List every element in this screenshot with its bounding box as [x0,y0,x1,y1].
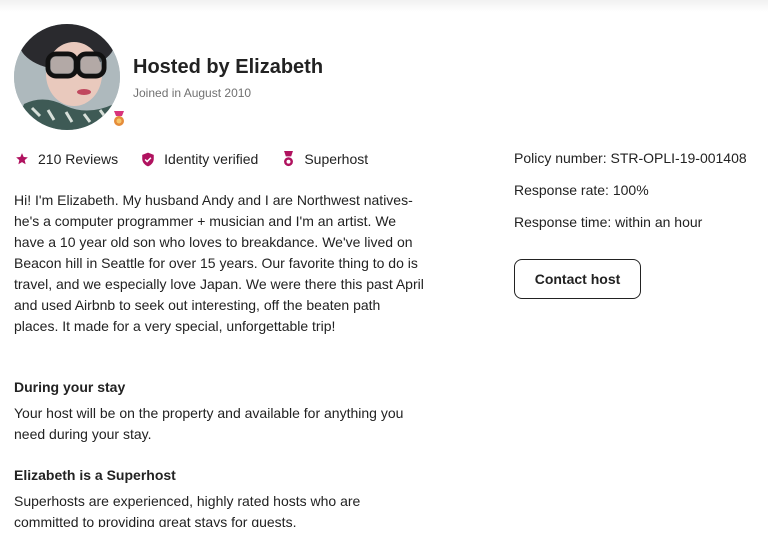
response-time: Response time: within an hour [514,214,703,230]
stat-reviews-label: 210 Reviews [38,151,119,167]
superhost-badge-icon [109,108,129,130]
response-rate: Response rate: 100% [514,182,649,198]
shield-check-icon [140,151,156,167]
host-avatar[interactable] [14,24,129,130]
host-bio: Hi! I'm Elizabeth. My husband Andy and I… [14,192,424,334]
top-divider [0,0,768,12]
contact-host-button[interactable]: Contact host [514,259,641,299]
superhost-title: Elizabeth is a Superhost [14,467,176,483]
stat-identity-label: Identity verified [164,151,259,167]
avatar-photo [14,24,120,130]
host-title: Hosted by Elizabeth [133,56,324,78]
star-icon [14,151,30,167]
stat-identity-verified: Identity verified [140,151,258,167]
host-stats: 210 Reviews Identity verified Superhost [14,151,390,167]
during-stay-title: During your stay [14,379,126,395]
bottom-cutoff [0,527,768,545]
during-stay-text: Your host will be on the property and av… [14,405,404,442]
policy-number: Policy number: STR-OPLI-19-001408 [514,150,747,166]
host-joined-date: Joined in August 2010 [133,86,252,100]
stat-superhost-label: Superhost [304,151,369,167]
stat-reviews[interactable]: 210 Reviews [14,151,118,167]
host-profile-section: Hosted by Elizabeth Joined in August 201… [0,0,768,545]
superhost-medal-icon [280,151,296,167]
stat-superhost: Superhost [280,151,368,167]
